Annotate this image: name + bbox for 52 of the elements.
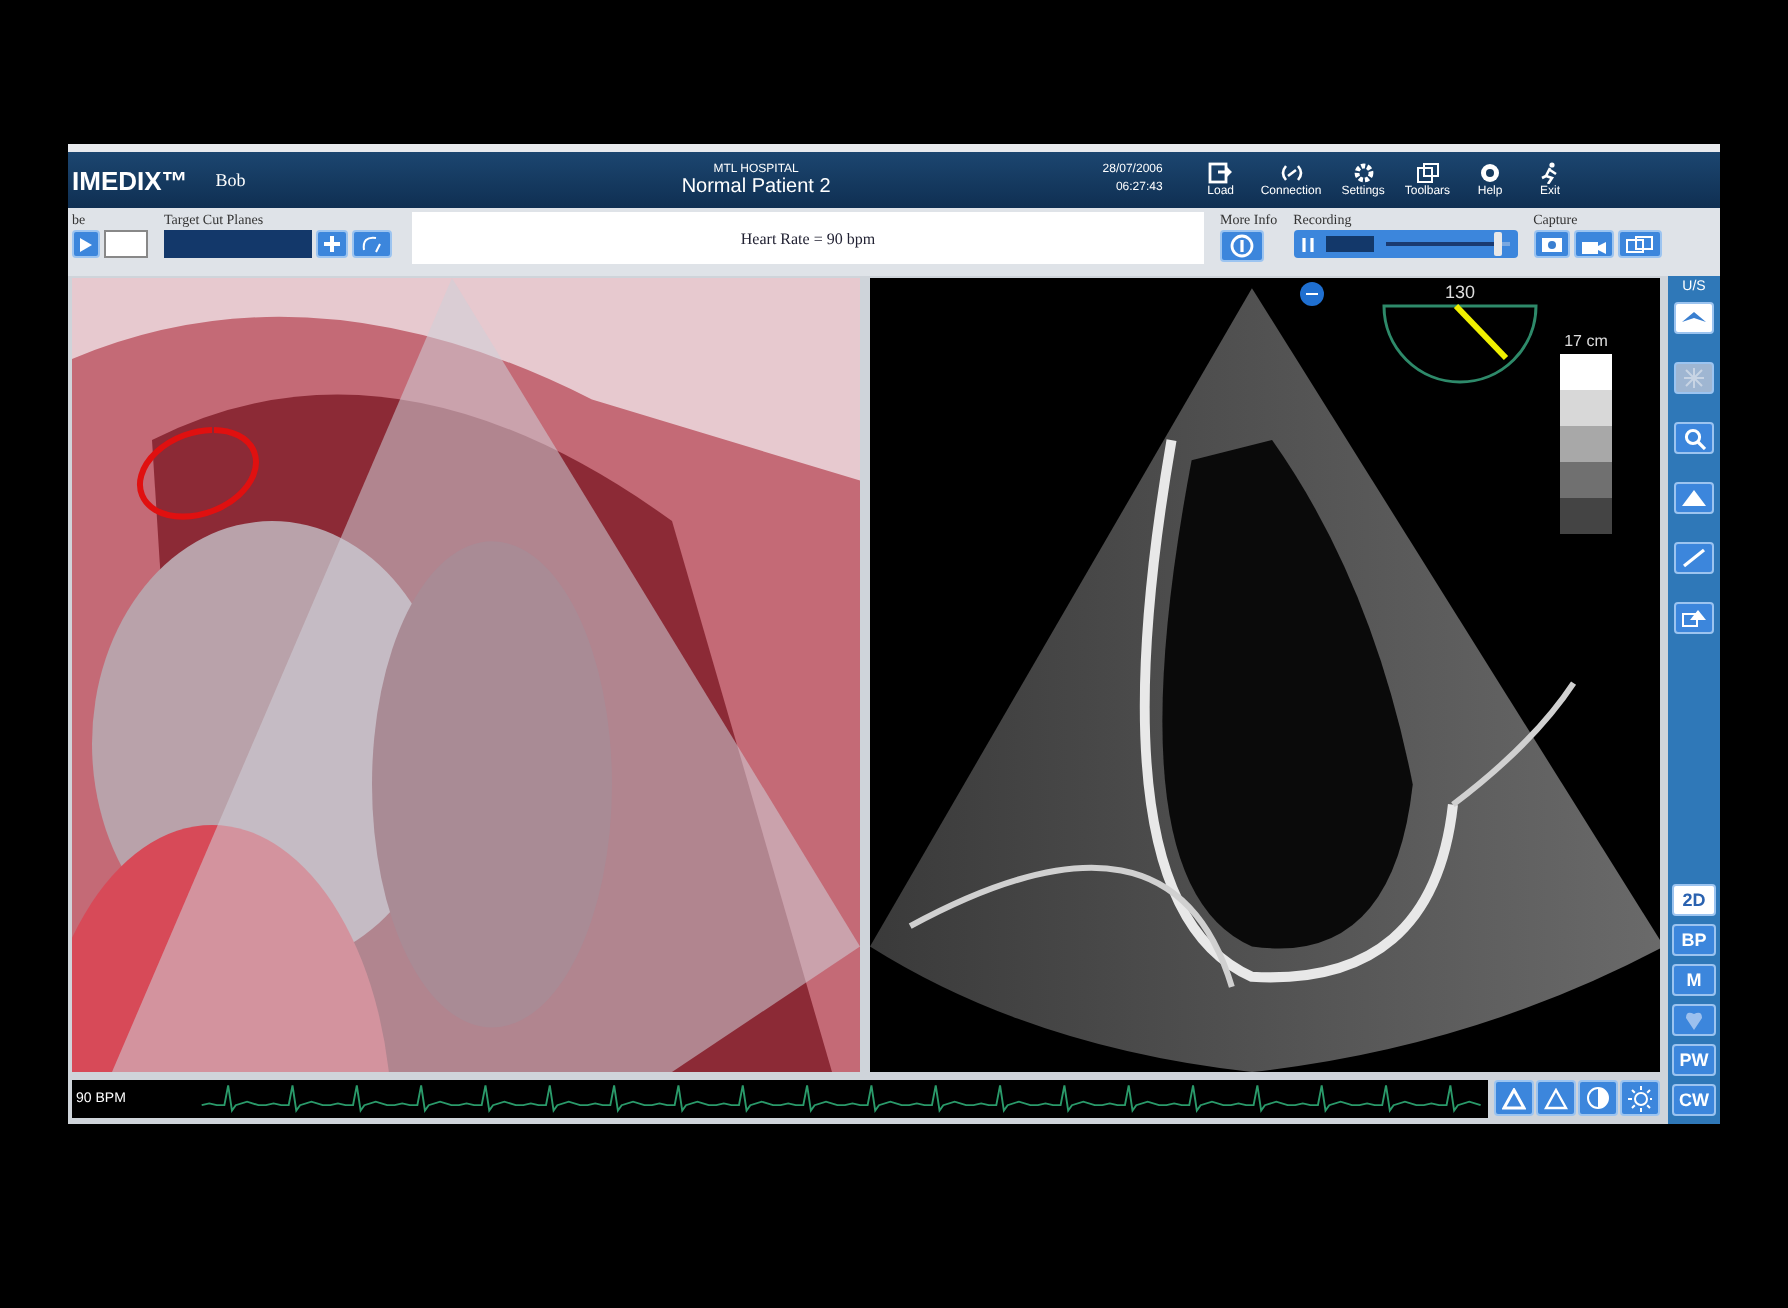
export-icon [1208,161,1233,183]
patient-name: Normal Patient 2 [681,175,831,197]
ruler-icon [1682,548,1706,568]
add-button[interactable] [316,230,348,258]
video-camera-button[interactable] [1573,230,1614,258]
triangle-icon [1544,1087,1568,1109]
angle-value: 130 [1444,282,1476,302]
mode-button[interactable] [1672,1004,1716,1036]
mode-button[interactable]: M [1672,964,1716,996]
lifebuoy-icon [1478,161,1503,183]
images-icon [1625,235,1654,253]
contrast-button[interactable] [1578,1080,1618,1116]
mode-button[interactable]: 2D [1672,884,1716,916]
settings-icon [1351,161,1376,183]
depth-value: 17 cm [1564,332,1608,350]
slider-handle[interactable] [1494,232,1503,256]
plus-icon [324,236,340,252]
rotate-button[interactable] [352,230,392,258]
camera-icon [1541,236,1562,252]
overlay-icon [1682,608,1706,628]
recording-buffer [1325,236,1374,252]
zoom-button[interactable] [1674,422,1714,454]
mode-button[interactable]: CW [1672,1084,1716,1116]
sun-icon [1628,1085,1652,1111]
mode-button[interactable]: BP [1672,924,1716,956]
heart-icon [1686,1010,1702,1030]
mode-button[interactable]: PW [1672,1044,1716,1076]
user-name: Bob [215,170,246,190]
signal-icon [1279,161,1303,183]
measure-button[interactable] [1674,542,1714,574]
sector-button[interactable] [1536,1080,1576,1116]
app-logo: IMEDIX™ [72,165,188,195]
sector-width-button[interactable] [1674,482,1714,514]
play-icon [80,237,92,251]
gain-button[interactable] [1494,1080,1534,1116]
gallery-button[interactable] [1617,230,1662,258]
triangle-icon [1502,1087,1526,1109]
pause-icon[interactable] [1301,237,1314,251]
info-button[interactable] [1220,230,1264,262]
info-icon [1230,234,1254,258]
contrast-icon [1586,1086,1610,1110]
rotate-icon [360,234,384,254]
heart-rate-message: Heart Rate = 90 bpm [740,229,876,247]
camera-button[interactable] [1533,230,1570,258]
search-icon [1683,427,1705,449]
windows-icon [1415,161,1440,183]
sector-icon [1682,489,1706,507]
brightness-button[interactable] [1620,1080,1660,1116]
view-button[interactable] [1674,302,1714,334]
overlay-button[interactable] [1674,602,1714,634]
star-icon [1684,368,1704,388]
play-button[interactable] [72,230,100,258]
